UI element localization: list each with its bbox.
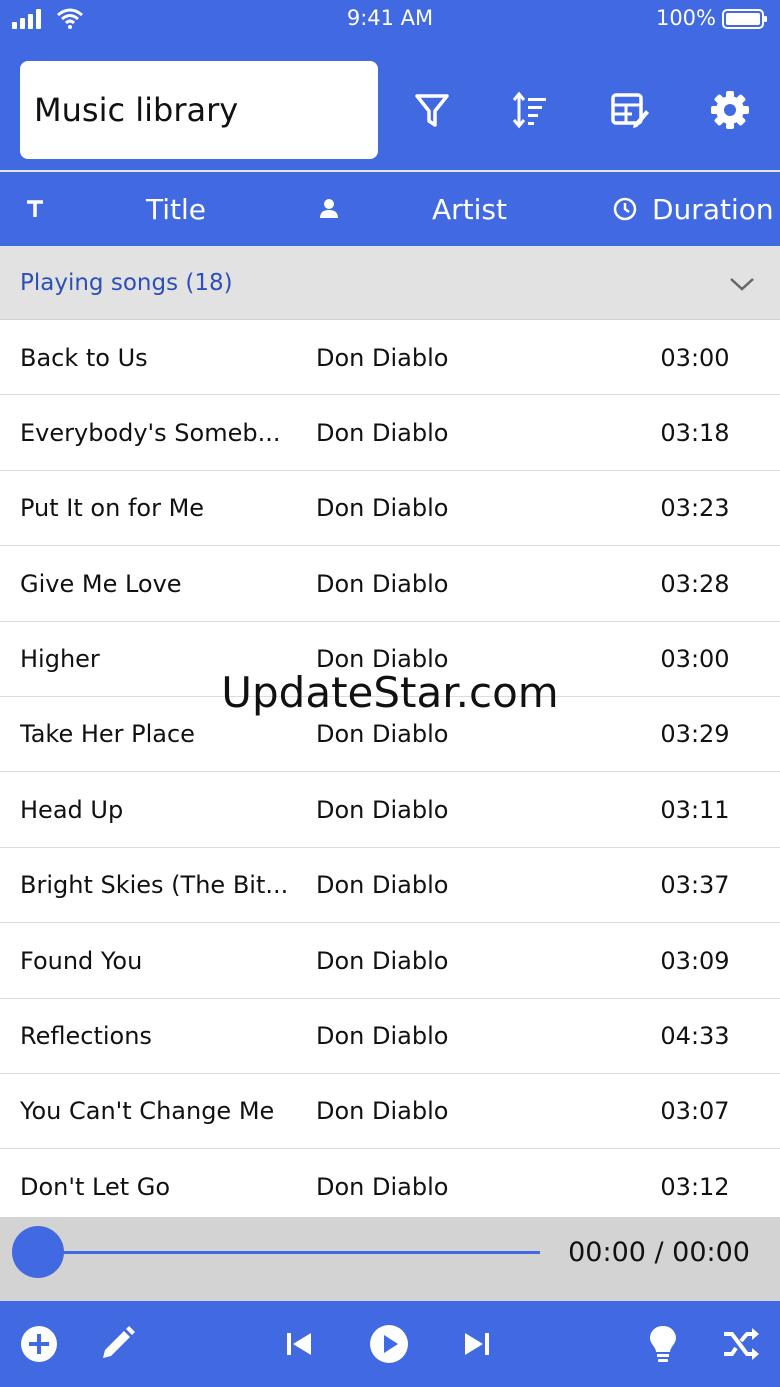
song-list[interactable]: Back to Us Don Diablo 03:00 Everybody's So… <box>0 320 780 1217</box>
song-row[interactable]: Bright Skies (The Bit... Don Diablo 03:37 <box>0 848 780 924</box>
song-artist: Don Diablo <box>316 1097 449 1126</box>
edit-table-icon <box>611 93 649 128</box>
song-row[interactable]: Give Me Love Don Diablo 03:28 <box>0 546 780 622</box>
sort-icon <box>512 91 546 129</box>
person-icon <box>320 199 338 218</box>
song-duration: 03:37 <box>660 871 730 900</box>
song-title: Found You <box>20 946 143 975</box>
song-artist: Don Diablo <box>316 1022 449 1051</box>
song-title: Give Me Love <box>20 569 182 598</box>
song-duration: 03:28 <box>660 569 730 598</box>
song-duration: 03:11 <box>660 795 730 824</box>
song-title: Reflections <box>20 1022 152 1051</box>
song-duration: 03:07 <box>660 1097 730 1126</box>
song-row[interactable]: Put It on for Me Don Diablo 03:23 <box>0 471 780 547</box>
next-button[interactable] <box>454 1321 500 1367</box>
song-row[interactable]: Reflections Don Diablo 04:33 <box>0 999 780 1074</box>
status-bar: 9:41 AM 100% <box>0 0 780 40</box>
watermark: UpdateStar.com <box>221 668 559 717</box>
song-title: Don't Let Go <box>20 1172 171 1201</box>
song-duration: 03:23 <box>660 494 730 523</box>
song-artist: Don Diablo <box>316 946 449 975</box>
song-title: Back to Us <box>20 343 148 372</box>
song-artist: Don Diablo <box>316 871 449 900</box>
playing-songs-group[interactable]: Playing songs (18) <box>0 246 780 320</box>
shuffle-icon <box>724 1328 759 1360</box>
text-icon <box>27 200 43 217</box>
song-row[interactable]: You Can't Change Me Don Diablo 03:07 <box>0 1074 780 1150</box>
song-title: You Can't Change Me <box>20 1097 275 1126</box>
previous-icon <box>287 1333 311 1355</box>
seek-track[interactable] <box>38 1251 540 1254</box>
song-artist: Don Diablo <box>316 418 449 447</box>
previous-button[interactable] <box>276 1321 322 1367</box>
lightbulb-icon <box>650 1326 676 1362</box>
song-title: Head Up <box>20 795 124 824</box>
tips-button[interactable] <box>640 1321 686 1367</box>
clock-icon <box>613 197 637 221</box>
player-bar: 00:00 / 00:00 <box>0 1217 780 1301</box>
filter-icon <box>415 94 449 127</box>
column-artist[interactable]: Artist <box>432 172 507 246</box>
edit-columns-button[interactable] <box>600 80 660 140</box>
chevron-down-icon[interactable] <box>728 270 756 298</box>
song-title: Everybody's Someb... <box>20 418 281 447</box>
library-title[interactable]: Music library <box>20 61 378 159</box>
filter-button[interactable] <box>402 80 462 140</box>
song-artist: Don Diablo <box>316 1172 449 1201</box>
column-title[interactable]: Title <box>146 172 206 246</box>
edit-button[interactable] <box>94 1321 140 1367</box>
sort-button[interactable] <box>500 80 560 140</box>
song-artist: Don Diablo <box>316 795 449 824</box>
play-button[interactable] <box>366 1321 412 1367</box>
song-duration: 03:18 <box>660 418 730 447</box>
pencil-icon <box>103 1326 135 1358</box>
song-row[interactable]: Everybody's Someb... Don Diablo 03:18 <box>0 395 780 471</box>
song-duration: 04:33 <box>660 1022 730 1051</box>
bottom-toolbar <box>0 1301 780 1387</box>
song-duration: 03:00 <box>660 343 730 372</box>
song-row[interactable]: Head Up Don Diablo 03:11 <box>0 772 780 848</box>
song-artist: Don Diablo <box>316 343 449 372</box>
song-duration: 03:12 <box>660 1172 730 1201</box>
song-title: Bright Skies (The Bit... <box>20 871 289 900</box>
seek-handle[interactable] <box>12 1226 64 1278</box>
song-duration: 03:09 <box>660 946 730 975</box>
song-row[interactable]: Don't Let Go Don Diablo 03:12 <box>0 1149 780 1217</box>
settings-button[interactable] <box>700 80 760 140</box>
song-row[interactable]: Back to Us Don Diablo 03:00 <box>0 320 780 396</box>
app-header: Music library <box>0 40 780 170</box>
column-artist-icon <box>316 172 342 246</box>
gear-icon <box>711 91 749 129</box>
song-row[interactable]: Found You Don Diablo 03:09 <box>0 923 780 999</box>
column-header-bar: Title Artist Duration <box>0 170 780 246</box>
column-duration-icon <box>612 172 638 246</box>
song-artist: Don Diablo <box>316 569 449 598</box>
playback-time: 00:00 / 00:00 <box>568 1236 750 1268</box>
group-label: Playing songs (18) <box>20 270 233 296</box>
column-title-icon <box>22 172 48 246</box>
battery-icon <box>722 9 767 29</box>
add-icon <box>21 1326 57 1362</box>
shuffle-button[interactable] <box>718 1321 764 1367</box>
next-icon <box>465 1333 489 1355</box>
song-title: Put It on for Me <box>20 494 205 523</box>
column-duration[interactable]: Duration <box>652 172 774 246</box>
play-icon <box>370 1325 408 1363</box>
add-button[interactable] <box>16 1321 62 1367</box>
battery-percent: 100% <box>655 6 716 30</box>
song-artist: Don Diablo <box>316 494 449 523</box>
